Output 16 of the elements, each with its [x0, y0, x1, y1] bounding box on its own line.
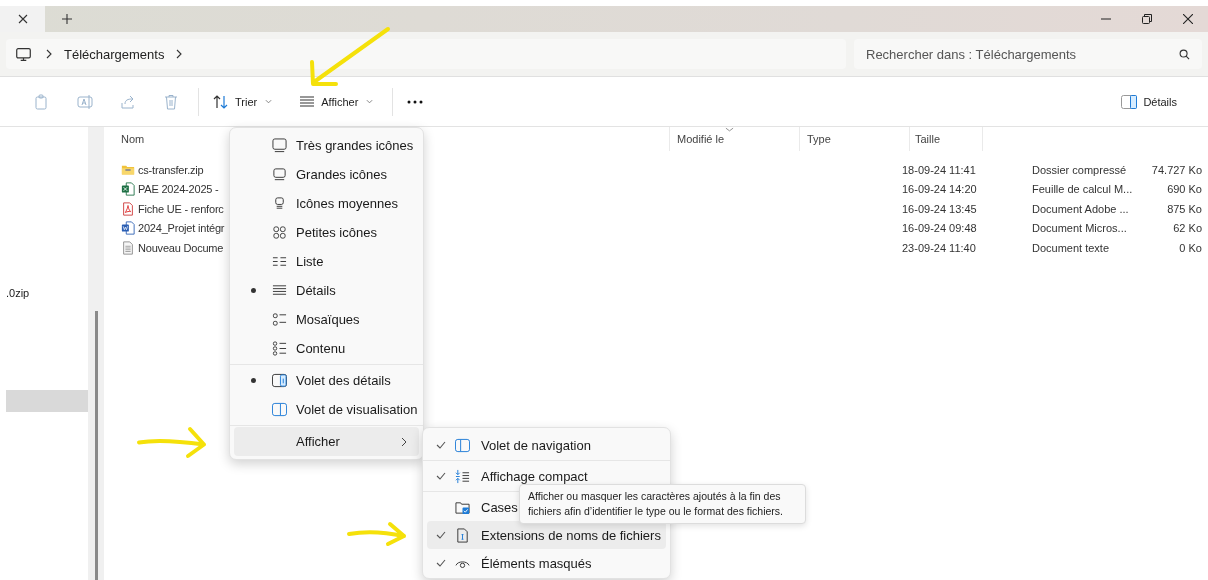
table-cell-text: 0 Ko — [1178, 241, 1203, 254]
table-cell-text: 16-09-24 14:20 — [901, 183, 978, 196]
table-cell-text: Document texte — [1031, 241, 1111, 254]
table-cell-text: 875 Ko — [1166, 202, 1203, 215]
tooltip: Afficher ou masquer les caractères ajoutés à la fin des fichiers afin d’identifier le type ou le format des fichiers. — [519, 484, 806, 524]
table-cell-text: 16-09-24 09:48 — [901, 222, 978, 235]
table-cell-text: 23-09-24 11:40 — [901, 241, 977, 254]
table-cell-text: 16-09-24 13:45 — [901, 202, 978, 215]
table-cell-text: 18-09-24 11:41 — [901, 163, 977, 176]
table-cell-text: 62 Ko — [1172, 222, 1203, 235]
table-cell-text: Document Adobe ... — [1031, 202, 1130, 215]
table-cell-text: Feuille de calcul M... — [1031, 183, 1134, 196]
table-cell-text: Document Micros... — [1031, 222, 1128, 235]
table-cell-text: 74.727 Ko — [1150, 163, 1203, 176]
table-cell-text: 690 Ko — [1166, 183, 1203, 196]
table-cell-text: Dossier compressé — [1031, 163, 1128, 176]
